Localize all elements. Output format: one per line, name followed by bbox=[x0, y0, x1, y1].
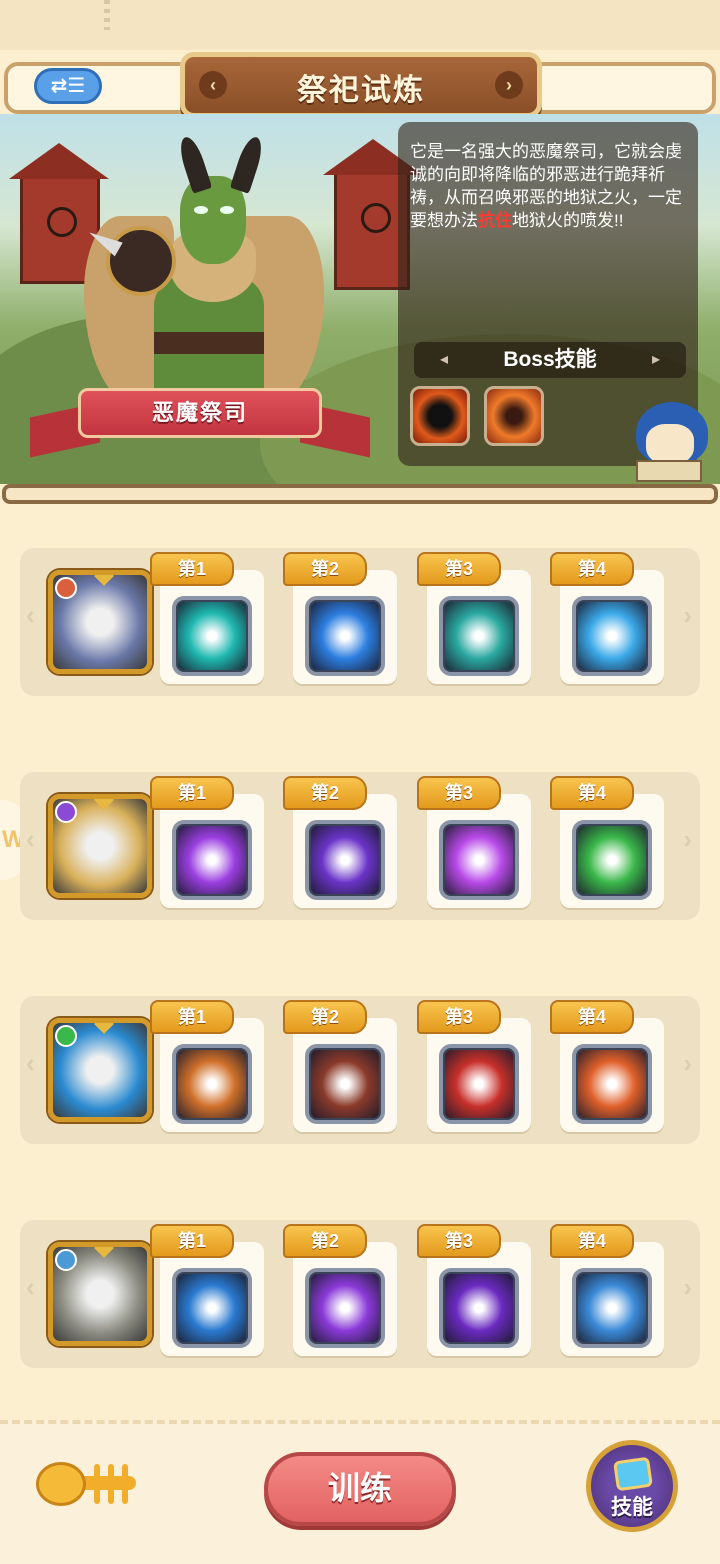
hero-row: ‹ › 第1 第2 第3 第4 bbox=[20, 548, 700, 696]
frost-crystal-icon[interactable] bbox=[572, 1268, 652, 1348]
slot-order-tag: 第2 bbox=[283, 1224, 367, 1258]
skill-slot-card[interactable]: 第2 bbox=[283, 1000, 397, 1132]
skill-slot-card[interactable]: 第4 bbox=[550, 776, 664, 908]
bandaged-bird-icon[interactable] bbox=[48, 1242, 152, 1346]
class-badge-icon bbox=[55, 1025, 77, 1047]
rank-gem-icon bbox=[94, 575, 114, 586]
train-button[interactable]: 训练 bbox=[264, 1452, 456, 1526]
chevron-right-icon: › bbox=[683, 824, 692, 854]
slot-order-tag: 第4 bbox=[550, 776, 634, 810]
bonfire-icon[interactable] bbox=[572, 1044, 652, 1124]
chevron-right-icon: › bbox=[683, 1272, 692, 1302]
blue-blade-icon[interactable] bbox=[305, 596, 385, 676]
skill-slot-card[interactable]: 第2 bbox=[283, 776, 397, 908]
skill-button-label: 技能 bbox=[611, 1496, 653, 1519]
demon-silhouette-icon[interactable] bbox=[410, 386, 470, 446]
skill-gem-icon bbox=[613, 1456, 653, 1492]
swap-view-button[interactable]: ⇄☰ bbox=[34, 68, 102, 104]
chevron-left-icon: ‹ bbox=[26, 1272, 35, 1302]
mace-swing-icon[interactable] bbox=[439, 1044, 519, 1124]
purple-slash-icon[interactable] bbox=[172, 820, 252, 900]
hero-row: ‹ › 第1 第2 第3 第4 bbox=[20, 1220, 700, 1368]
slot-order-tag: 第2 bbox=[283, 776, 367, 810]
crossbow-icon[interactable] bbox=[305, 1044, 385, 1124]
chevron-left-icon: ‹ bbox=[26, 824, 35, 854]
crowned-princess-icon[interactable] bbox=[48, 794, 152, 898]
fire-summon-icon[interactable] bbox=[484, 386, 544, 446]
skill-slot-card[interactable]: 第3 bbox=[417, 1000, 531, 1132]
skill-slot-card[interactable]: 第1 bbox=[150, 1224, 264, 1356]
fish-bone-icon[interactable] bbox=[36, 1450, 140, 1520]
slot-order-tag: 第2 bbox=[283, 552, 367, 586]
boss-figure bbox=[84, 134, 324, 432]
chevron-right-icon: ▸ bbox=[651, 351, 660, 368]
class-badge-icon bbox=[55, 577, 77, 599]
hero-row: ‹ › 第1 第2 第3 第4 bbox=[20, 772, 700, 920]
slot-order-tag: 第1 bbox=[150, 1000, 234, 1034]
boss-name-ribbon: 恶魔祭司 bbox=[30, 388, 370, 458]
armored-penguin-icon[interactable] bbox=[48, 570, 152, 674]
boss-name: 恶魔祭司 bbox=[151, 400, 248, 425]
hammer-icon[interactable] bbox=[439, 596, 519, 676]
page-title: 祭祀试炼 bbox=[297, 74, 425, 107]
slot-order-tag: 第1 bbox=[150, 776, 234, 810]
skill-slot-card[interactable]: 第4 bbox=[550, 1000, 664, 1132]
skill-slot-card[interactable]: 第1 bbox=[150, 1000, 264, 1132]
winged-shield-icon[interactable] bbox=[439, 820, 519, 900]
slot-order-tag: 第3 bbox=[417, 552, 501, 586]
rank-gem-icon bbox=[94, 799, 114, 810]
snake-altar-icon[interactable] bbox=[305, 820, 385, 900]
rank-gem-icon bbox=[94, 1023, 114, 1034]
slot-order-tag: 第3 bbox=[417, 1000, 501, 1034]
skill-slot-card[interactable]: 第3 bbox=[417, 552, 531, 684]
slot-order-tag: 第1 bbox=[150, 552, 234, 586]
skill-slot-card[interactable]: 第3 bbox=[417, 1224, 531, 1356]
eye-crystal-icon[interactable] bbox=[439, 1268, 519, 1348]
feather-fan-icon[interactable] bbox=[172, 1044, 252, 1124]
title-plate: ‹ 祭祀试炼 › bbox=[180, 52, 542, 118]
chevron-left-icon: ◂ bbox=[440, 351, 449, 368]
class-badge-icon bbox=[55, 801, 77, 823]
highlight-text: 抗住 bbox=[478, 211, 512, 230]
chevron-right-icon: › bbox=[495, 71, 523, 99]
slot-order-tag: 第1 bbox=[150, 1224, 234, 1258]
rank-gem-icon bbox=[94, 1247, 114, 1258]
chevron-right-icon: › bbox=[683, 1048, 692, 1078]
ice-shards-icon[interactable] bbox=[172, 1268, 252, 1348]
green-heal-icon[interactable] bbox=[572, 820, 652, 900]
top-strip bbox=[0, 0, 720, 50]
class-badge-icon bbox=[55, 1249, 77, 1271]
slot-order-tag: 第4 bbox=[550, 1224, 634, 1258]
skill-button[interactable]: 技能 bbox=[586, 1440, 678, 1532]
skill-slot-card[interactable]: 第1 bbox=[150, 776, 264, 908]
hero-row: ‹ › 第1 第2 第3 第4 bbox=[20, 996, 700, 1144]
skill-slot-card[interactable]: 第4 bbox=[550, 1224, 664, 1356]
guide-girl-avatar[interactable] bbox=[630, 402, 714, 486]
slot-order-tag: 第4 bbox=[550, 552, 634, 586]
blue-fish-icon[interactable] bbox=[48, 1018, 152, 1122]
slot-order-tag: 第3 bbox=[417, 1224, 501, 1258]
boss-description: 它是一名强大的恶魔祭司，它就会虔诚的向即将降临的邪恶进行跪拜祈祷，从而召唤邪恶的… bbox=[410, 142, 682, 230]
divider bbox=[2, 484, 718, 504]
slot-order-tag: 第4 bbox=[550, 1000, 634, 1034]
chevron-left-icon: ‹ bbox=[26, 1048, 35, 1078]
boss-skills-title: ◂ Boss技能 ▸ bbox=[414, 342, 686, 378]
skill-slot-card[interactable]: 第4 bbox=[550, 552, 664, 684]
skill-slot-card[interactable]: 第2 bbox=[283, 552, 397, 684]
slot-order-tag: 第3 bbox=[417, 776, 501, 810]
violet-bolts-icon[interactable] bbox=[305, 1268, 385, 1348]
slot-order-tag: 第2 bbox=[283, 1000, 367, 1034]
skill-slot-card[interactable]: 第2 bbox=[283, 1224, 397, 1356]
chevron-left-icon: ‹ bbox=[26, 600, 35, 630]
skill-slot-card[interactable]: 第1 bbox=[150, 552, 264, 684]
wave-hand-icon[interactable] bbox=[572, 596, 652, 676]
shadow-ghost-icon[interactable] bbox=[172, 596, 252, 676]
chevron-right-icon: › bbox=[683, 600, 692, 630]
skill-slot-card[interactable]: 第3 bbox=[417, 776, 531, 908]
decor-dots bbox=[104, 0, 110, 30]
